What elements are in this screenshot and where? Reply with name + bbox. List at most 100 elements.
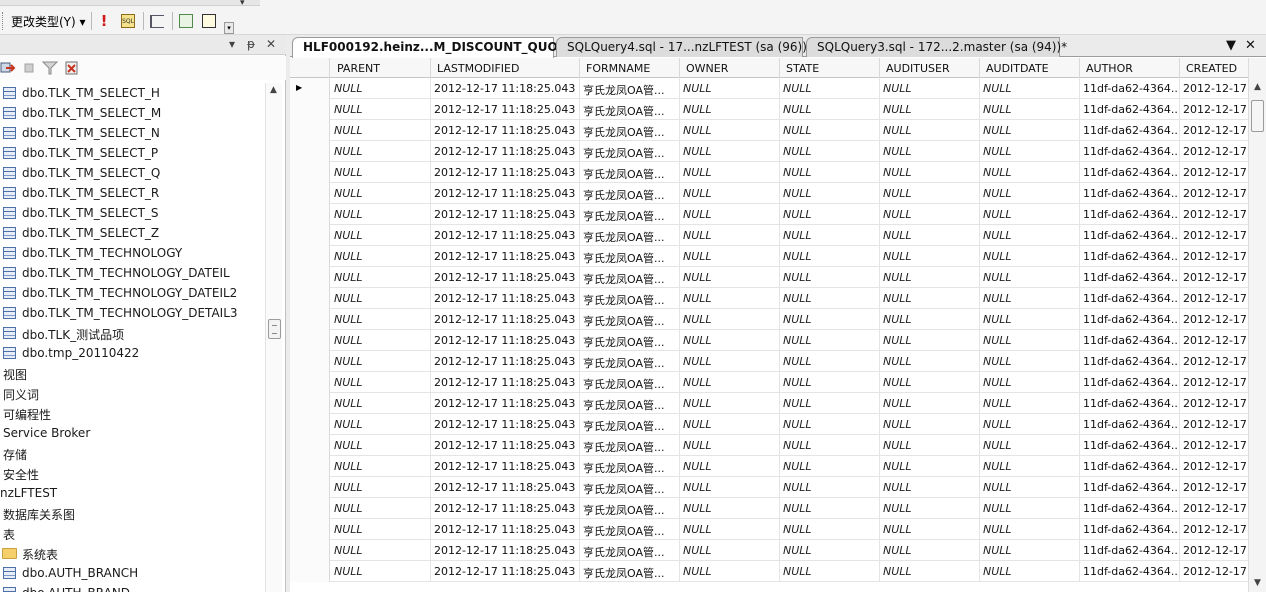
verify-sql-button[interactable]: SQL — [118, 11, 138, 31]
row-header[interactable] — [290, 393, 330, 414]
close-tab-icon[interactable]: ✕ — [1245, 38, 1256, 53]
row-header[interactable] — [290, 477, 330, 498]
table-cell[interactable]: NULL — [980, 351, 1080, 372]
table-cell[interactable]: NULL — [780, 414, 880, 435]
table-row[interactable]: NULL 2012-12-17 11:18:25.043 亨氏龙凤OA管... NUL… — [290, 561, 1248, 582]
table-cell[interactable]: NULL — [680, 414, 780, 435]
table-cell[interactable]: 2012-12-17 1 — [1180, 372, 1248, 393]
table-cell[interactable]: 亨氏龙凤OA管... — [580, 393, 680, 414]
table-cell[interactable]: NULL — [880, 435, 980, 456]
stop-icon[interactable] — [21, 61, 37, 75]
table-cell[interactable]: NULL — [780, 498, 880, 519]
tree-node[interactable]: dbo.TLK_TM_SELECT_S — [0, 203, 265, 223]
grid-properties-button[interactable] — [147, 11, 167, 31]
table-cell[interactable]: 亨氏龙凤OA管... — [580, 183, 680, 204]
scroll-up-icon[interactable]: ▲ — [270, 85, 277, 95]
table-cell[interactable]: 2012-12-17 11:18:25.043 — [431, 393, 580, 414]
table-cell[interactable]: 11df-da62-4364... — [1080, 456, 1180, 477]
tree-node[interactable]: dbo.TLK_TM_SELECT_Z — [0, 223, 265, 243]
table-cell[interactable]: 2012-12-17 11:18:25.043 — [431, 498, 580, 519]
table-cell[interactable]: NULL — [880, 246, 980, 267]
table-row[interactable]: NULL 2012-12-17 11:18:25.043 亨氏龙凤OA管... NUL… — [290, 162, 1248, 183]
tree-node[interactable]: dbo.TLK_TM_TECHNOLOGY_DATEIL — [0, 263, 265, 283]
table-cell[interactable]: NULL — [680, 351, 780, 372]
table-cell[interactable]: 2012-12-17 11:18:25.043 — [431, 120, 580, 141]
table-cell[interactable]: 2012-12-17 1 — [1180, 561, 1248, 582]
table-cell[interactable]: 11df-da62-4364... — [1080, 78, 1180, 99]
table-cell[interactable]: 亨氏龙凤OA管... — [580, 456, 680, 477]
scroll-thumb[interactable] — [1251, 100, 1264, 132]
table-cell[interactable]: NULL — [680, 120, 780, 141]
table-cell[interactable]: 11df-da62-4364... — [1080, 393, 1180, 414]
table-cell[interactable]: 11df-da62-4364... — [1080, 435, 1180, 456]
table-cell[interactable]: 亨氏龙凤OA管... — [580, 414, 680, 435]
tree-node[interactable]: dbo.TLK_TM_SELECT_Q — [0, 163, 265, 183]
table-row[interactable]: NULL 2012-12-17 11:18:25.043 亨氏龙凤OA管... NUL… — [290, 456, 1248, 477]
table-cell[interactable]: 11df-da62-4364... — [1080, 204, 1180, 225]
row-header[interactable] — [290, 162, 330, 183]
tree-node[interactable]: 同义词 — [0, 383, 265, 403]
table-cell[interactable]: 2012-12-17 1 — [1180, 330, 1248, 351]
table-cell[interactable]: NULL — [680, 267, 780, 288]
table-cell[interactable]: 2012-12-17 1 — [1180, 183, 1248, 204]
table-cell[interactable]: NULL — [880, 456, 980, 477]
table-cell[interactable]: NULL — [331, 351, 431, 372]
column-header[interactable]: CREATED — [1180, 58, 1248, 78]
table-cell[interactable]: NULL — [331, 393, 431, 414]
results-pane-button[interactable] — [199, 11, 219, 31]
tree-node[interactable]: dbo.tmp_20110422 — [0, 343, 265, 363]
table-row[interactable]: NULL 2012-12-17 11:18:25.043 亨氏龙凤OA管... NUL… — [290, 246, 1248, 267]
table-cell[interactable]: NULL — [980, 99, 1080, 120]
table-cell[interactable]: NULL — [680, 498, 780, 519]
table-cell[interactable]: NULL — [880, 330, 980, 351]
tree-node[interactable]: dbo.TLK_TM_SELECT_R — [0, 183, 265, 203]
table-cell[interactable]: 亨氏龙凤OA管... — [580, 162, 680, 183]
table-cell[interactable]: NULL — [331, 435, 431, 456]
table-cell[interactable]: 2012-12-17 1 — [1180, 225, 1248, 246]
table-cell[interactable]: NULL — [331, 267, 431, 288]
table-cell[interactable]: 2012-12-17 1 — [1180, 141, 1248, 162]
table-row[interactable]: NULL 2012-12-17 11:18:25.043 亨氏龙凤OA管... NUL… — [290, 204, 1248, 225]
row-header[interactable] — [290, 540, 330, 561]
filter-icon[interactable] — [41, 61, 59, 75]
table-cell[interactable]: NULL — [980, 78, 1080, 99]
table-cell[interactable]: NULL — [680, 393, 780, 414]
table-cell[interactable]: NULL — [880, 540, 980, 561]
tree-node[interactable]: dbo.TLK_TM_SELECT_M — [0, 103, 265, 123]
table-cell[interactable]: 2012-12-17 1 — [1180, 414, 1248, 435]
table-cell[interactable]: NULL — [980, 162, 1080, 183]
table-cell[interactable]: NULL — [880, 99, 980, 120]
table-cell[interactable]: NULL — [331, 372, 431, 393]
table-cell[interactable]: 11df-da62-4364... — [1080, 246, 1180, 267]
table-row[interactable]: ▶ NULL 2012-12-17 11:18:25.043 亨氏龙凤OA管... NU… — [290, 78, 1248, 99]
table-row[interactable]: NULL 2012-12-17 11:18:25.043 亨氏龙凤OA管... NUL… — [290, 435, 1248, 456]
table-cell[interactable]: 2012-12-17 1 — [1180, 267, 1248, 288]
grid-corner[interactable] — [290, 58, 330, 78]
table-cell[interactable]: NULL — [680, 561, 780, 582]
table-cell[interactable]: 2012-12-17 11:18:25.043 — [431, 162, 580, 183]
table-cell[interactable]: 11df-da62-4364... — [1080, 225, 1180, 246]
table-cell[interactable]: 11df-da62-4364... — [1080, 288, 1180, 309]
object-tree[interactable]: dbo.TLK_TM_SELECT_H dbo.TLK_TM_SELECT_M db… — [0, 83, 265, 592]
row-header[interactable] — [290, 141, 330, 162]
toolbar-overflow-button[interactable]: ▾ — [224, 22, 234, 34]
row-header[interactable] — [290, 225, 330, 246]
table-cell[interactable]: NULL — [980, 309, 1080, 330]
table-cell[interactable]: 2012-12-17 1 — [1180, 246, 1248, 267]
change-type-button[interactable]: 更改类型(Y) ▾ — [11, 13, 86, 30]
table-cell[interactable]: 11df-da62-4364... — [1080, 561, 1180, 582]
table-cell[interactable]: 2012-12-17 1 — [1180, 519, 1248, 540]
table-cell[interactable]: 11df-da62-4364... — [1080, 498, 1180, 519]
table-cell[interactable]: 11df-da62-4364... — [1080, 141, 1180, 162]
tree-node[interactable]: nzLFTEST — [0, 483, 265, 503]
tab-discount-quota-table[interactable]: HLF000192.heinz...M_DISCOUNT_QUOTA — [292, 37, 574, 58]
table-cell[interactable]: NULL — [980, 120, 1080, 141]
tree-node[interactable]: dbo.TLK_TM_TECHNOLOGY_DATEIL2 — [0, 283, 265, 303]
table-cell[interactable]: 2012-12-17 11:18:25.043 — [431, 435, 580, 456]
auto-hide-pin-button[interactable]: ᵽ — [247, 37, 255, 51]
table-cell[interactable]: NULL — [880, 372, 980, 393]
table-cell[interactable]: NULL — [780, 204, 880, 225]
row-header[interactable] — [290, 204, 330, 225]
table-cell[interactable]: NULL — [680, 99, 780, 120]
table-cell[interactable]: NULL — [980, 477, 1080, 498]
